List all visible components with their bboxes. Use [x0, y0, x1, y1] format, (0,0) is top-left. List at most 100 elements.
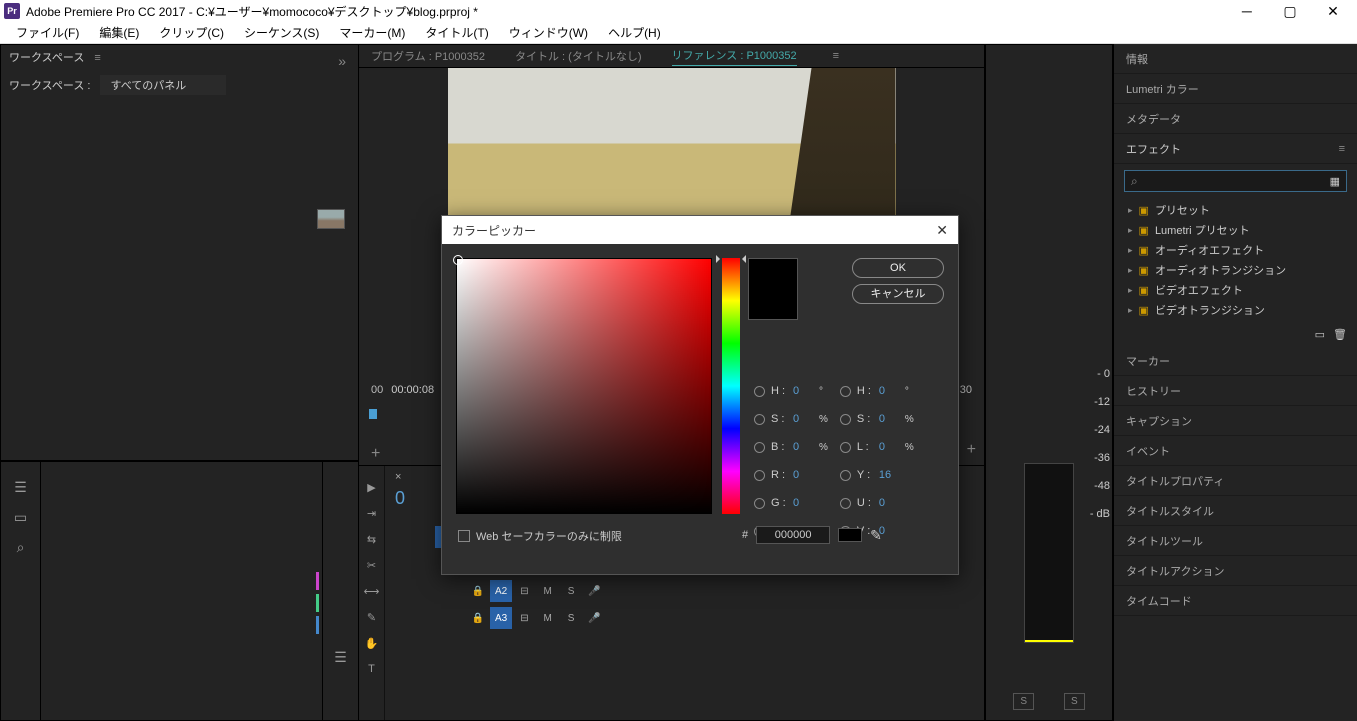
panel-info[interactable]: 情報: [1114, 44, 1357, 74]
new-bin-icon[interactable]: ▭: [1315, 328, 1325, 341]
menu-window[interactable]: ウィンドウ(W): [499, 22, 598, 44]
panel-history[interactable]: ヒストリー: [1114, 376, 1357, 406]
fx-tree-item[interactable]: ▸▣オーディオエフェクト: [1114, 240, 1357, 260]
menu-clip[interactable]: クリップ(C): [149, 22, 234, 44]
panel-menu-icon[interactable]: ≡: [833, 50, 839, 62]
panel-effects[interactable]: エフェクト: [1126, 141, 1181, 157]
search-icon[interactable]: ⌕: [1, 532, 40, 562]
trash-icon[interactable]: 🗑: [1333, 328, 1347, 341]
radio-icon[interactable]: [840, 470, 851, 481]
playhead[interactable]: [369, 409, 377, 419]
track-select-tool-icon[interactable]: ⇥: [359, 500, 384, 526]
hand-tool-icon[interactable]: ✋: [359, 630, 384, 656]
collapse-icon[interactable]: »: [338, 53, 346, 69]
selection-tool-icon[interactable]: ▶: [359, 474, 384, 500]
minimize-button[interactable]: ─: [1227, 0, 1267, 22]
radio-icon[interactable]: [840, 386, 851, 397]
color-value[interactable]: 0: [793, 385, 815, 397]
fx-tree-item[interactable]: ▸▣プリセット: [1114, 200, 1357, 220]
ripple-tool-icon[interactable]: ⇆: [359, 526, 384, 552]
panel-menu-icon[interactable]: ≡: [1339, 143, 1345, 155]
add-button[interactable]: +: [359, 445, 380, 465]
pen-tool-icon[interactable]: ✎: [359, 604, 384, 630]
color-cursor[interactable]: [453, 255, 463, 265]
track-a3[interactable]: A3: [490, 607, 511, 629]
panel-caption[interactable]: キャプション: [1114, 406, 1357, 436]
color-field[interactable]: [456, 258, 712, 514]
radio-icon[interactable]: [754, 498, 765, 509]
menu-marker[interactable]: マーカー(M): [329, 22, 415, 44]
razor-tool-icon[interactable]: ✂: [359, 552, 384, 578]
radio-icon[interactable]: [754, 414, 765, 425]
color-value[interactable]: 0: [879, 385, 901, 397]
effects-search[interactable]: ⌕▦: [1124, 170, 1347, 192]
panel-marker[interactable]: マーカー: [1114, 346, 1357, 376]
color-value[interactable]: 0: [793, 441, 815, 453]
close-seq-icon[interactable]: ×: [395, 471, 401, 483]
workspace-select[interactable]: すべてのパネル: [100, 75, 226, 95]
fx-tree-item[interactable]: ▸▣ビデオエフェクト: [1114, 280, 1357, 300]
panel-titletool[interactable]: タイトルツール: [1114, 526, 1357, 556]
panel-titleaction[interactable]: タイトルアクション: [1114, 556, 1357, 586]
panel-titlestyle[interactable]: タイトルスタイル: [1114, 496, 1357, 526]
mic-icon[interactable]: 🎤: [584, 607, 605, 629]
fx-tree-item[interactable]: ▸▣オーディオトランジション: [1114, 260, 1357, 280]
color-value[interactable]: 0: [793, 469, 815, 481]
menu-file[interactable]: ファイル(F): [6, 22, 89, 44]
hex-input[interactable]: [756, 526, 830, 544]
ok-button[interactable]: OK: [852, 258, 944, 278]
menu-help[interactable]: ヘルプ(H): [598, 22, 671, 44]
radio-icon[interactable]: [840, 442, 851, 453]
color-value[interactable]: 0: [879, 441, 901, 453]
menu-title[interactable]: タイトル(T): [415, 22, 498, 44]
radio-icon[interactable]: [754, 470, 765, 481]
color-value[interactable]: 0: [879, 497, 901, 509]
mic-icon[interactable]: 🎤: [584, 580, 605, 602]
color-value[interactable]: 0: [793, 497, 815, 509]
color-value[interactable]: 0: [879, 525, 901, 537]
list-view-icon[interactable]: ☰: [1, 472, 40, 502]
source-thumbnail[interactable]: [317, 209, 345, 229]
close-button[interactable]: ✕: [1313, 0, 1353, 22]
color-value[interactable]: 0: [879, 413, 901, 425]
add-button-right[interactable]: +: [967, 441, 976, 459]
title-tab[interactable]: タイトル : (タイトルなし): [515, 48, 642, 64]
preset-icon[interactable]: ▦: [1330, 175, 1340, 188]
type-tool-icon[interactable]: T: [359, 656, 384, 682]
color-value[interactable]: 0: [793, 413, 815, 425]
panel-event[interactable]: イベント: [1114, 436, 1357, 466]
toggle-output-icon[interactable]: ⊟: [514, 580, 535, 602]
radio-icon[interactable]: [840, 414, 851, 425]
lock-icon[interactable]: 🔒: [467, 580, 488, 602]
hue-slider[interactable]: [722, 258, 740, 514]
folder-icon[interactable]: ▭: [1, 502, 40, 532]
reference-tab[interactable]: リファレンス : P1000352: [672, 47, 797, 66]
panel-lumetri[interactable]: Lumetri カラー: [1114, 74, 1357, 104]
maximize-button[interactable]: ▢: [1270, 0, 1310, 22]
timecode-left[interactable]: 00:00:08: [391, 384, 434, 396]
eyedropper-icon[interactable]: ✎: [870, 527, 882, 544]
fx-tree-item[interactable]: ▸▣Lumetri プリセット: [1114, 220, 1357, 240]
workspace-tab[interactable]: ワークスペース: [9, 52, 84, 64]
track-a2[interactable]: A2: [490, 580, 511, 602]
solo-button[interactable]: S: [560, 580, 581, 602]
panel-titleprop[interactable]: タイトルプロパティ: [1114, 466, 1357, 496]
slip-tool-icon[interactable]: ⟷: [359, 578, 384, 604]
panel-menu-icon[interactable]: ≡: [94, 52, 100, 64]
radio-icon[interactable]: [840, 498, 851, 509]
program-tab[interactable]: プログラム : P1000352: [371, 48, 485, 64]
mute-button[interactable]: M: [537, 580, 558, 602]
panel-meta[interactable]: メタデータ: [1114, 104, 1357, 134]
cancel-button[interactable]: キャンセル: [852, 284, 944, 304]
close-icon[interactable]: ✕: [936, 222, 948, 239]
panel-timecode[interactable]: タイムコード: [1114, 586, 1357, 616]
solo-right[interactable]: S: [1064, 693, 1085, 710]
menu-sequence[interactable]: シーケンス(S): [234, 22, 329, 44]
mute-button[interactable]: M: [537, 607, 558, 629]
fx-tree-item[interactable]: ▸▣ビデオトランジション: [1114, 300, 1357, 320]
color-value[interactable]: 16: [879, 469, 901, 481]
websafe-checkbox[interactable]: [458, 530, 470, 542]
menu-edit[interactable]: 編集(E): [89, 22, 149, 44]
toggle-output-icon[interactable]: ⊟: [514, 607, 535, 629]
solo-left[interactable]: S: [1013, 693, 1034, 710]
